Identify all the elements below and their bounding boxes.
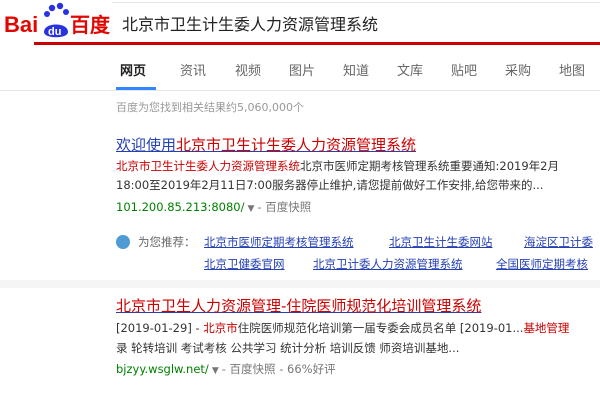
rec-link[interactable]: 北京卫健委官网 xyxy=(204,256,285,272)
result-title-highlight[interactable]: 北京市卫生计生委人力资源管理系统 xyxy=(176,136,416,154)
tab-purchase[interactable]: 采购 xyxy=(505,60,531,79)
rec-link[interactable]: 全国医师定期考核 xyxy=(496,256,588,272)
search-underline xyxy=(34,42,600,45)
search-input[interactable] xyxy=(122,11,592,35)
tab-web[interactable]: 网页 xyxy=(120,60,146,79)
paw-icon xyxy=(116,235,130,249)
result-url[interactable]: 101.200.85.213:8080/ xyxy=(116,200,244,214)
header: Bai du 百度 xyxy=(0,0,600,46)
tab-zhidao[interactable]: 知道 xyxy=(343,60,369,79)
section-divider xyxy=(0,280,600,288)
snippet-highlight: 北京市卫生计生委人力资源管理系统 xyxy=(116,159,300,173)
tab-tieba[interactable]: 贴吧 xyxy=(451,60,477,79)
snippet-date: [2019-01-29] xyxy=(116,321,192,335)
tab-wenku[interactable]: 文库 xyxy=(397,60,423,79)
active-tab-indicator xyxy=(116,87,156,90)
tab-news[interactable]: 资讯 xyxy=(180,60,206,79)
cache-link[interactable]: 百度快照 xyxy=(230,362,276,376)
result-snippet: [2019-01-29] - 北京市住院医师规范化培训第一届专委会成员名单 [2… xyxy=(116,319,569,338)
search-tabs: 网页 资讯 视频 图片 知道 文库 贴吧 采购 地图 xyxy=(0,46,600,91)
logo-text-bai: Bai xyxy=(4,12,38,37)
result-snippet: 北京市卫生计生委人力资源管理系统北京市医师定期考核管理系统重要通知:2019年2… xyxy=(116,157,559,176)
result-title-highlight[interactable]: 北京市卫生人力资源管理 xyxy=(116,297,281,315)
search-box[interactable] xyxy=(112,2,600,43)
tab-map[interactable]: 地图 xyxy=(559,60,585,79)
snippet-text: 住院医师规范化培训第一届专委会成员名单 [2019-01... xyxy=(237,321,524,335)
tab-video[interactable]: 视频 xyxy=(235,60,261,79)
result-url-line: 101.200.85.213:8080/▼ - 百度快照 xyxy=(116,199,311,215)
result-url[interactable]: bjzyy.wsglw.net/ xyxy=(116,362,209,376)
recommend-label: 为您推荐： xyxy=(138,235,196,249)
tab-images[interactable]: 图片 xyxy=(289,60,315,79)
snippet-text: 北京市医师定期考核管理系统重要通知:2019年2月 xyxy=(300,159,559,173)
url-separator: - xyxy=(257,200,262,214)
result-snippet-line2: 18:00至2019年2月11日7:00服务器停止维护,请您提前做好工作安排,给… xyxy=(116,178,544,192)
result-count: 百度为您找到相关结果约5,060,000个 xyxy=(116,101,304,114)
chevron-down-icon[interactable]: ▼ xyxy=(212,366,219,376)
result-title-prefix[interactable]: 欢迎使用 xyxy=(116,136,176,154)
rec-link[interactable]: 北京卫生计生委网站 xyxy=(389,234,493,250)
rating-link[interactable]: 66%好评 xyxy=(287,362,336,376)
rec-link[interactable]: 北京卫计委人力资源管理系统 xyxy=(313,256,463,272)
result-url-line: bjzyy.wsglw.net/▼ - 百度快照 - 66%好评 xyxy=(116,361,336,377)
chevron-down-icon[interactable]: ▼ xyxy=(247,204,254,214)
rec-link[interactable]: 北京市医师定期考核管理系统 xyxy=(204,234,354,250)
result-title-rest[interactable]: -住院医师规范化培训管理系统 xyxy=(281,297,481,315)
result-title[interactable]: 北京市卫生人力资源管理-住院医师规范化培训管理系统 xyxy=(116,295,481,316)
snippet-highlight-tail: 基地管理 xyxy=(523,321,570,335)
rec-link[interactable]: 海淀区卫计委 xyxy=(524,234,593,250)
url-separator: - xyxy=(221,362,226,376)
url-separator: - xyxy=(279,362,284,376)
snippet-separator: - xyxy=(191,321,204,335)
logo-text-du: du xyxy=(48,26,61,38)
result-snippet-line2: 录 轮转培训 考试考核 公共学习 统计分析 培训反馈 师资培训基地... xyxy=(116,341,460,355)
baidu-logo[interactable]: Bai du 百度 xyxy=(4,2,110,42)
cache-link[interactable]: 百度快照 xyxy=(265,200,311,214)
snippet-highlight: 北京市 xyxy=(203,321,238,335)
logo-text-baidu: 百度 xyxy=(70,13,110,37)
result-title[interactable]: 欢迎使用北京市卫生计生委人力资源管理系统 xyxy=(116,134,416,155)
